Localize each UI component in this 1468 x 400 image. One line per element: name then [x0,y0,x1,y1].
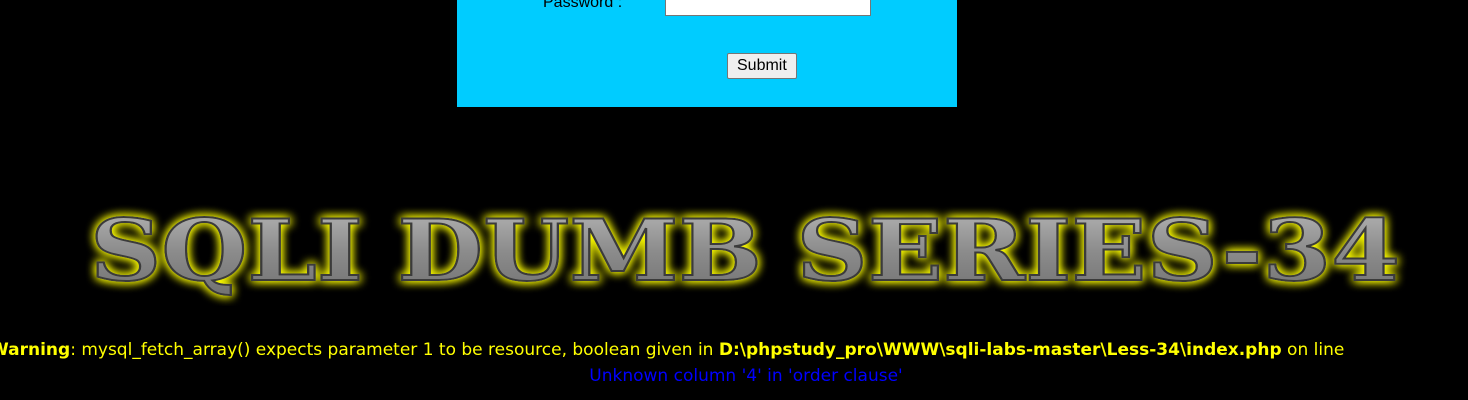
sql-error-message: Unknown column '4' in 'order clause' [589,366,903,386]
warning-file-path: D:\phpstudy_pro\WWW\sqli-labs-master\Les… [718,340,1282,360]
title-text: SQLI DUMB SERIES-34 [90,201,1400,300]
password-label: Password : [543,0,623,11]
warning-prefix: Warning [0,340,71,360]
submit-button[interactable]: Submit [727,53,797,79]
title-banner-svg: SQLI DUMB SERIES-34 [89,200,1401,301]
login-form-panel: Password : Submit [457,0,957,107]
warning-text: : mysql_fetch_array() expects parameter … [70,340,719,360]
page: Password : Submit SQLI DUMB SERIES-34 ar… [0,0,1468,400]
password-row: Password : [457,0,957,20]
password-input[interactable] [665,0,871,16]
title-banner-image: SQLI DUMB SERIES-34 [80,196,1410,306]
php-warning-message: Warning: mysql_fetch_array() expects par… [0,340,1344,360]
warning-suffix: on line [1281,340,1345,360]
